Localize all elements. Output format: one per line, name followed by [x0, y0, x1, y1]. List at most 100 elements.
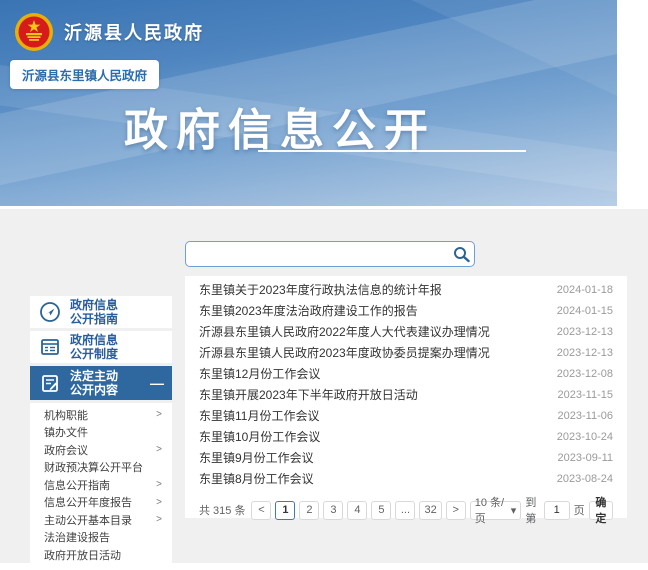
- main-content-area: 政府信息 公开指南 政府信息 公开制度: [0, 209, 648, 563]
- list-item[interactable]: 东里镇11月份工作会议 2023-11-06: [199, 405, 613, 426]
- news-date: 2023-12-13: [557, 326, 613, 338]
- sidebar-item-statutory-disclosure[interactable]: 法定主动 公开内容 —: [30, 366, 172, 400]
- page-number-button[interactable]: 5: [371, 501, 391, 520]
- sidebar-item-label: 公开指南: [70, 312, 118, 326]
- sidebar-item-label: 公开制度: [70, 347, 118, 361]
- submenu-item-label: 财政预决算公开平台: [44, 459, 143, 475]
- sidebar-submenu-item[interactable]: 政府开放日活动: [30, 546, 172, 564]
- page-number-button[interactable]: 2: [299, 501, 319, 520]
- collapse-indicator[interactable]: —: [150, 375, 166, 391]
- news-date: 2023-08-24: [557, 473, 613, 485]
- list-item[interactable]: 沂源县东里镇人民政府2022年度人大代表建议办理情况 2023-12-13: [199, 321, 613, 342]
- news-title-link[interactable]: 东里镇9月份工作会议: [199, 449, 548, 466]
- news-date: 2023-09-11: [558, 452, 613, 464]
- news-date: 2023-11-06: [558, 410, 613, 422]
- submenu-item-label: 镇办文件: [44, 424, 88, 440]
- list-item[interactable]: 沂源县东里镇人民政府2023年度政协委员提案办理情况 2023-12-13: [199, 342, 613, 363]
- news-title-link[interactable]: 沂源县东里镇人民政府2022年度人大代表建议办理情况: [199, 323, 547, 340]
- news-title-link[interactable]: 东里镇10月份工作会议: [199, 428, 547, 445]
- submenu-item-label: 机构职能: [44, 407, 88, 423]
- page-size-select[interactable]: 10 条/页 ▾: [470, 501, 522, 520]
- sidebar-item-label: 法定主动: [70, 369, 118, 383]
- national-emblem-icon: [14, 12, 54, 52]
- search-button[interactable]: [448, 243, 474, 265]
- sidebar-submenu-item[interactable]: 主动公开基本目录 >: [30, 511, 172, 529]
- chevron-right-icon: >: [156, 409, 162, 420]
- news-title-link[interactable]: 东里镇12月份工作会议: [199, 365, 547, 382]
- goto-confirm-button[interactable]: 确定: [589, 501, 613, 520]
- list-item[interactable]: 东里镇关于2023年度行政执法信息的统计年报 2024-01-18: [199, 279, 613, 300]
- sidebar-item-label: 政府信息: [70, 298, 118, 312]
- site-logo-row: 沂源县人民政府: [14, 12, 204, 52]
- sidebar-submenu-item[interactable]: 信息公开指南 >: [30, 476, 172, 494]
- goto-unit: 页: [574, 502, 585, 518]
- goto-page-group: 到第 页 确定: [525, 494, 613, 526]
- list-item[interactable]: 东里镇8月份工作会议 2023-08-24: [199, 468, 613, 489]
- list-item[interactable]: 东里镇10月份工作会议2023-10-24: [199, 426, 613, 447]
- sidebar-submenu-item[interactable]: 政府会议 >: [30, 441, 172, 459]
- search-icon: [453, 246, 470, 263]
- news-list: 东里镇关于2023年度行政执法信息的统计年报 2024-01-18 东里镇2023年…: [199, 279, 613, 489]
- pagination: 共 315 条 < 12345...32 > 10 条/页 ▾ 到第 页 确定: [199, 494, 613, 526]
- chevron-right-icon: >: [156, 514, 162, 525]
- list-item[interactable]: 东里镇9月份工作会议 2023-09-11: [199, 447, 613, 468]
- pagination-total: 共 315 条: [199, 502, 245, 518]
- chevron-right-icon: >: [156, 444, 162, 455]
- list-item[interactable]: 东里镇2023年度法治政府建设工作的报告 2024-01-15: [199, 300, 613, 321]
- chevron-right-icon: >: [156, 497, 162, 508]
- news-date: 2023-12-08: [557, 368, 613, 380]
- page-size-value: 10 条/页: [475, 494, 508, 526]
- search-input[interactable]: [186, 245, 448, 263]
- news-title-link[interactable]: 东里镇关于2023年度行政执法信息的统计年报: [199, 281, 547, 298]
- page-number-button[interactable]: 32: [419, 501, 441, 520]
- sidebar-submenu-item[interactable]: 镇办文件: [30, 424, 172, 442]
- sidebar-item-disclosure-system[interactable]: 政府信息 公开制度: [30, 331, 172, 363]
- sidebar-item-label: 公开内容: [70, 383, 118, 397]
- sidebar-submenu-item[interactable]: 法治建设报告: [30, 529, 172, 547]
- sidebar-submenu-item[interactable]: 财政预决算公开平台: [30, 459, 172, 477]
- page-number-button[interactable]: 3: [323, 501, 343, 520]
- town-site-badge[interactable]: 沂源县东里镇人民政府: [10, 60, 159, 89]
- sidebar-submenu-item[interactable]: 信息公开年度报告 >: [30, 494, 172, 512]
- sidebar-item-label: 政府信息: [70, 333, 118, 347]
- news-title-link[interactable]: 东里镇开展2023年下半年政府开放日活动: [199, 386, 548, 403]
- page-number-button[interactable]: 4: [347, 501, 367, 520]
- goto-label: 到第: [525, 494, 539, 526]
- submenu-item-label: 政府开放日活动: [44, 547, 121, 563]
- news-date: 2023-12-13: [557, 347, 613, 359]
- search-bar: [185, 241, 475, 267]
- news-title-link[interactable]: 东里镇11月份工作会议: [199, 407, 548, 424]
- document-icon: [39, 336, 61, 358]
- sidebar-submenu-item[interactable]: 机构职能 >: [30, 406, 172, 424]
- header-banner: 沂源县人民政府 沂源县东里镇人民政府 政府信息公开: [0, 0, 617, 206]
- compass-icon: [39, 301, 61, 323]
- news-panel: 东里镇关于2023年度行政执法信息的统计年报 2024-01-18 东里镇2023年…: [185, 276, 627, 518]
- list-item[interactable]: 东里镇开展2023年下半年政府开放日活动 2023-11-15: [199, 384, 613, 405]
- goto-page-input[interactable]: [544, 501, 570, 520]
- page-title: 政府信息公开: [0, 94, 560, 158]
- sidebar-item-disclosure-guide[interactable]: 政府信息 公开指南: [30, 296, 172, 328]
- news-title-link[interactable]: 东里镇2023年度法治政府建设工作的报告: [199, 302, 547, 319]
- chevron-down-icon: ▾: [511, 504, 517, 517]
- prev-page-button[interactable]: <: [251, 501, 271, 520]
- page-number-button[interactable]: 1: [275, 501, 295, 520]
- news-title-link[interactable]: 沂源县东里镇人民政府2023年度政协委员提案办理情况: [199, 344, 547, 361]
- submenu-item-label: 信息公开指南: [44, 477, 110, 493]
- news-title-link[interactable]: 东里镇8月份工作会议: [199, 470, 547, 487]
- news-date: 2024-01-15: [557, 305, 613, 317]
- sidebar-submenu: 机构职能>镇办文件政府会议>财政预决算公开平台信息公开指南>信息公开年度报告>主…: [30, 403, 172, 570]
- submenu-item-label: 信息公开年度报告: [44, 494, 132, 510]
- news-date: 2024-01-18: [557, 284, 613, 296]
- submenu-item-label: 法治建设报告: [44, 529, 110, 545]
- clipboard-icon: [39, 372, 61, 394]
- page-ellipsis-button[interactable]: ...: [395, 501, 415, 520]
- title-underline: [258, 150, 526, 152]
- news-date: 2023-11-15: [558, 389, 613, 401]
- page-number-list: 12345...32: [275, 501, 441, 520]
- submenu-item-label: 主动公开基本目录: [44, 512, 132, 528]
- next-page-button[interactable]: >: [446, 501, 466, 520]
- submenu-item-label: 政府会议: [44, 442, 88, 458]
- list-item[interactable]: 东里镇12月份工作会议 2023-12-08: [199, 363, 613, 384]
- chevron-right-icon: >: [156, 479, 162, 490]
- site-title: 沂源县人民政府: [64, 19, 204, 45]
